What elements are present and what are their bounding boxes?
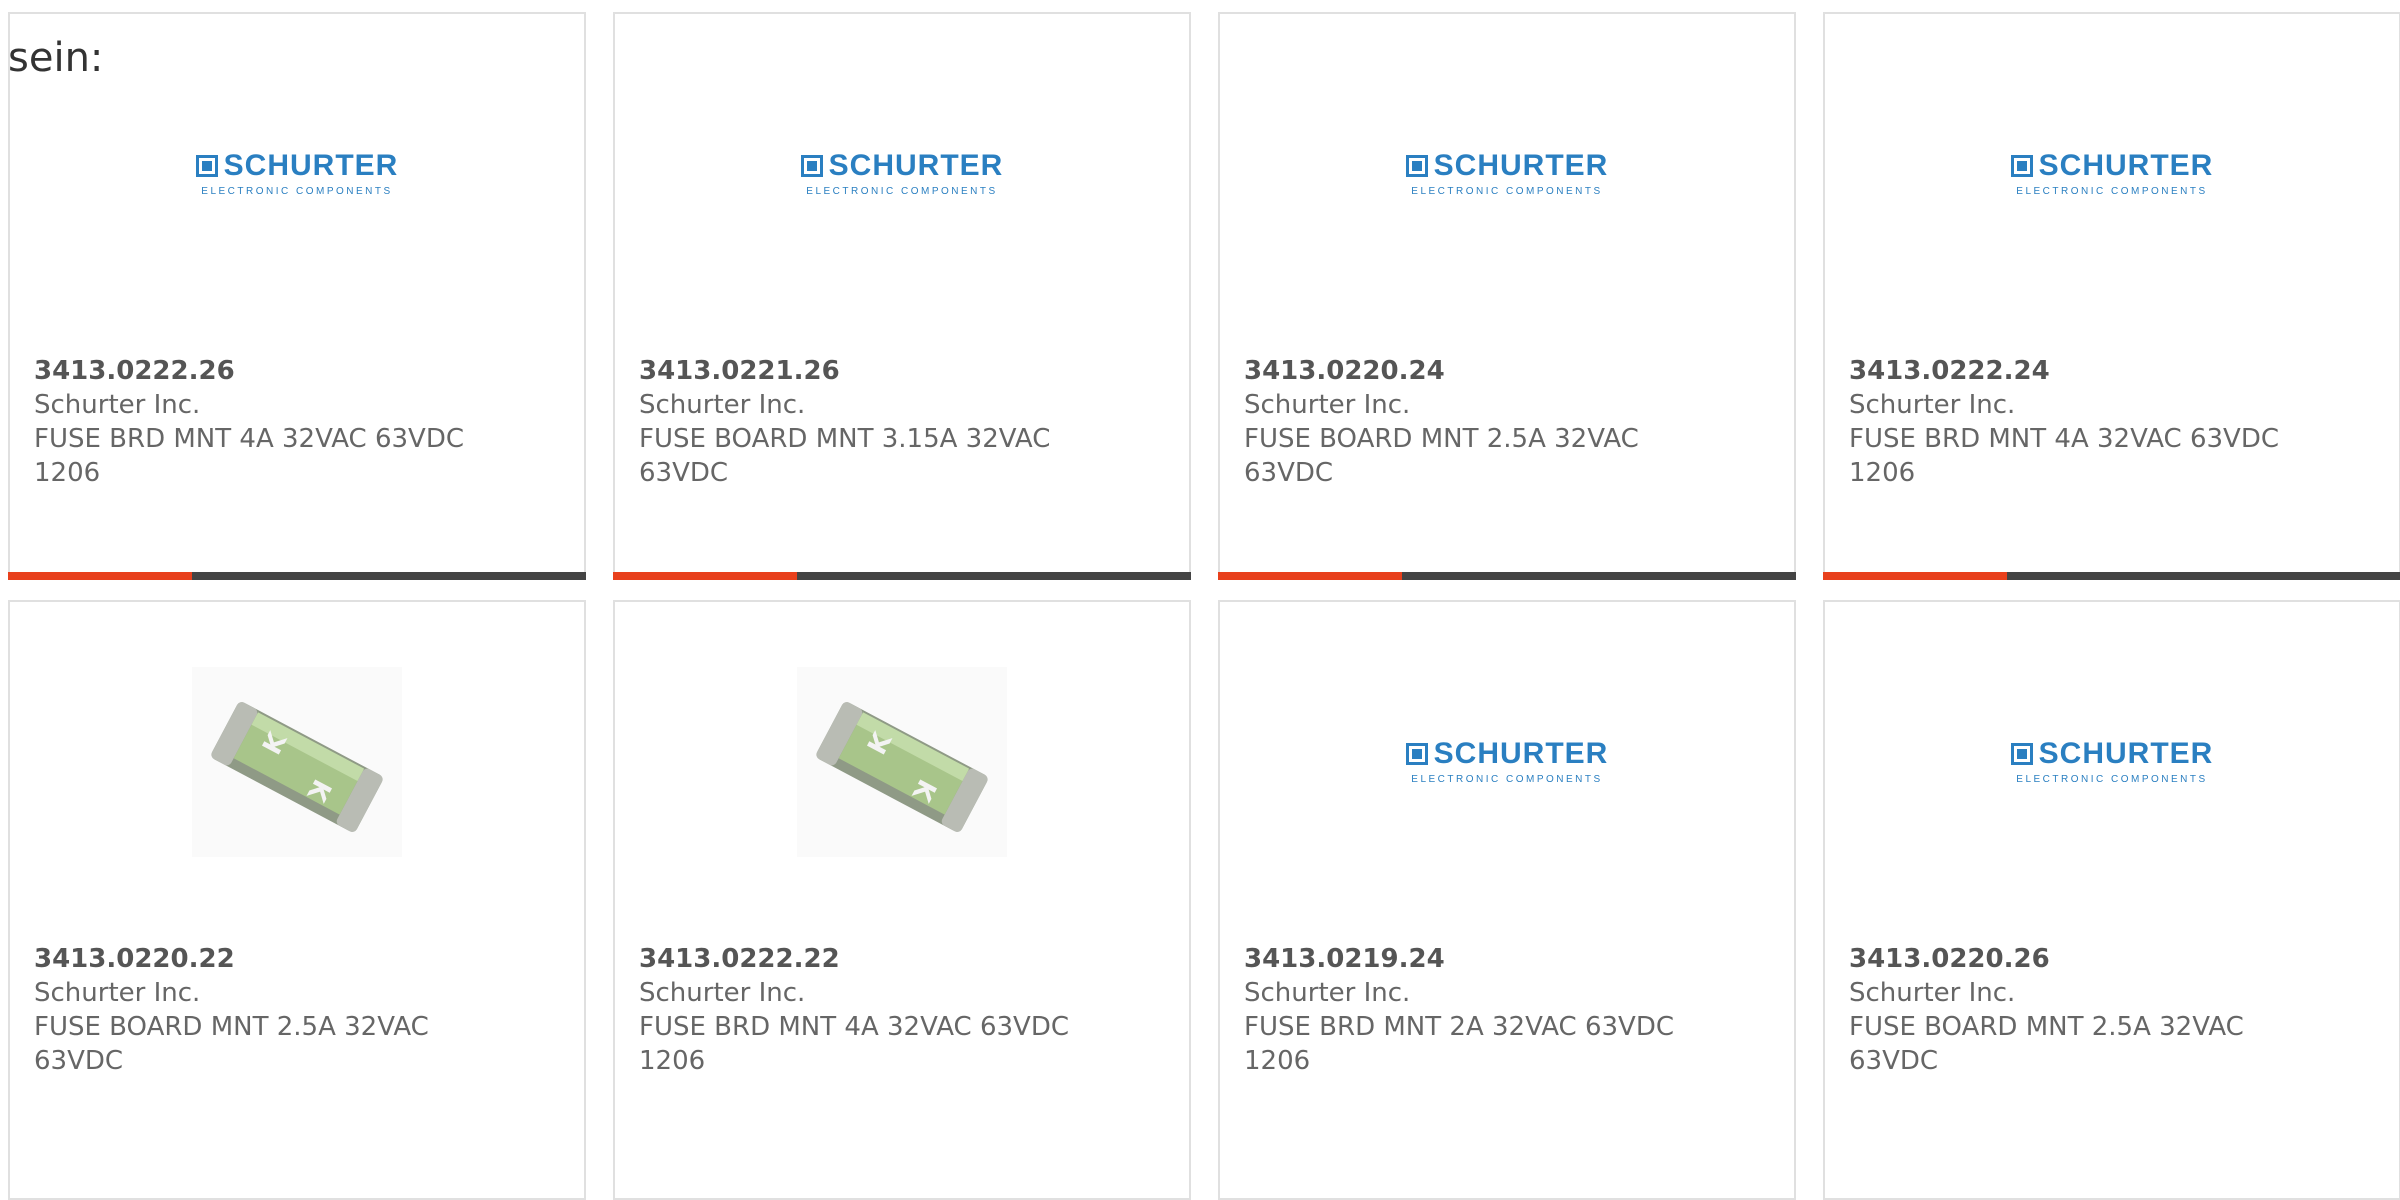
description: FUSE BOARD MNT 3.15A 32VAC 63VDC [639,424,1051,488]
part-number-link[interactable]: 3413.0221.26 [639,354,1165,388]
schurter-mark-icon [2010,155,2033,177]
description: FUSE BOARD MNT 2.5A 32VAC 63VDC [1244,424,1639,488]
product-card[interactable]: SCHURTER ELECTRONIC COMPONENTS 3413.0219… [1218,600,1796,1200]
schurter-logo: SCHURTER ELECTRONIC COMPONENTS [1405,737,1609,785]
logo-wordmark: SCHURTER [2038,737,2214,770]
smd-fuse-photo-icon: K K [192,667,402,857]
card-bottom-bar [8,572,586,580]
manufacturer: Schurter Inc. [1849,978,2016,1008]
product-image[interactable]: K K [187,662,407,862]
logo-subtitle: ELECTRONIC COMPONENTS [806,186,998,197]
manufacturer: Schurter Inc. [1849,390,2016,420]
bar-accent [1823,572,2007,580]
schurter-logo: SCHURTER ELECTRONIC COMPONENTS [195,149,399,197]
description: FUSE BOARD MNT 2.5A 32VAC 63VDC [34,1012,429,1076]
product-image[interactable]: SCHURTER ELECTRONIC COMPONENTS [2002,662,2222,862]
product-image[interactable]: SCHURTER ELECTRONIC COMPONENTS [187,74,407,274]
part-number-link[interactable]: 3413.0222.22 [639,942,1165,976]
card-bottom-bar [1823,572,2400,580]
product-image[interactable]: SCHURTER ELECTRONIC COMPONENTS [2002,74,2222,274]
schurter-logo: SCHURTER ELECTRONIC COMPONENTS [2010,149,2214,197]
logo-wordmark: SCHURTER [2038,149,2214,182]
part-number-link[interactable]: 3413.0222.26 [34,354,560,388]
product-grid: SCHURTER ELECTRONIC COMPONENTS 3413.0222… [8,12,2400,1200]
product-card[interactable]: K K 3413.0222.22 Schurter Inc. FUSE BRD … [613,600,1191,1200]
product-image[interactable]: SCHURTER ELECTRONIC COMPONENTS [1397,662,1617,862]
logo-subtitle: ELECTRONIC COMPONENTS [2016,774,2208,785]
bar-accent [1218,572,1402,580]
manufacturer: Schurter Inc. [639,390,806,420]
product-image[interactable]: K K [792,662,1012,862]
manufacturer: Schurter Inc. [639,978,806,1008]
logo-subtitle: ELECTRONIC COMPONENTS [2016,186,2208,197]
part-number-link[interactable]: 3413.0220.24 [1244,354,1770,388]
schurter-mark-icon [1405,743,1428,765]
description: FUSE BRD MNT 4A 32VAC 63VDC 1206 [34,424,464,488]
product-card[interactable]: SCHURTER ELECTRONIC COMPONENTS 3413.0222… [1823,12,2400,580]
schurter-mark-icon [195,155,218,177]
schurter-mark-icon [1405,155,1428,177]
product-card[interactable]: SCHURTER ELECTRONIC COMPONENTS 3413.0221… [613,12,1191,580]
product-card[interactable]: SCHURTER ELECTRONIC COMPONENTS 3413.0220… [1823,600,2400,1200]
logo-wordmark: SCHURTER [1433,149,1609,182]
product-image[interactable]: SCHURTER ELECTRONIC COMPONENTS [792,74,1012,274]
logo-subtitle: ELECTRONIC COMPONENTS [1411,774,1603,785]
description: FUSE BRD MNT 2A 32VAC 63VDC 1206 [1244,1012,1674,1076]
description: FUSE BRD MNT 4A 32VAC 63VDC 1206 [639,1012,1069,1076]
logo-wordmark: SCHURTER [828,149,1004,182]
card-bottom-bar [613,572,1191,580]
manufacturer: Schurter Inc. [34,978,201,1008]
description: FUSE BOARD MNT 2.5A 32VAC 63VDC [1849,1012,2244,1076]
product-image[interactable]: SCHURTER ELECTRONIC COMPONENTS [1397,74,1617,274]
card-bottom-bar [1218,572,1796,580]
intro-text: sein: [8,35,104,81]
schurter-logo: SCHURTER ELECTRONIC COMPONENTS [800,149,1004,197]
product-card[interactable]: SCHURTER ELECTRONIC COMPONENTS 3413.0222… [8,12,586,580]
manufacturer: Schurter Inc. [34,390,201,420]
product-card[interactable]: K K 3413.0220.22 Schurter Inc. FUSE BOAR… [8,600,586,1200]
logo-wordmark: SCHURTER [223,149,399,182]
schurter-logo: SCHURTER ELECTRONIC COMPONENTS [2010,737,2214,785]
part-number-link[interactable]: 3413.0220.26 [1849,942,2375,976]
product-card[interactable]: SCHURTER ELECTRONIC COMPONENTS 3413.0220… [1218,12,1796,580]
part-number-link[interactable]: 3413.0220.22 [34,942,560,976]
part-number-link[interactable]: 3413.0219.24 [1244,942,1770,976]
schurter-mark-icon [800,155,823,177]
smd-fuse-photo-icon: K K [797,667,1007,857]
schurter-logo: SCHURTER ELECTRONIC COMPONENTS [1405,149,1609,197]
manufacturer: Schurter Inc. [1244,978,1411,1008]
logo-subtitle: ELECTRONIC COMPONENTS [1411,186,1603,197]
bar-accent [8,572,192,580]
part-number-link[interactable]: 3413.0222.24 [1849,354,2375,388]
schurter-mark-icon [2010,743,2033,765]
logo-wordmark: SCHURTER [1433,737,1609,770]
manufacturer: Schurter Inc. [1244,390,1411,420]
bar-accent [613,572,797,580]
logo-subtitle: ELECTRONIC COMPONENTS [201,186,393,197]
description: FUSE BRD MNT 4A 32VAC 63VDC 1206 [1849,424,2279,488]
